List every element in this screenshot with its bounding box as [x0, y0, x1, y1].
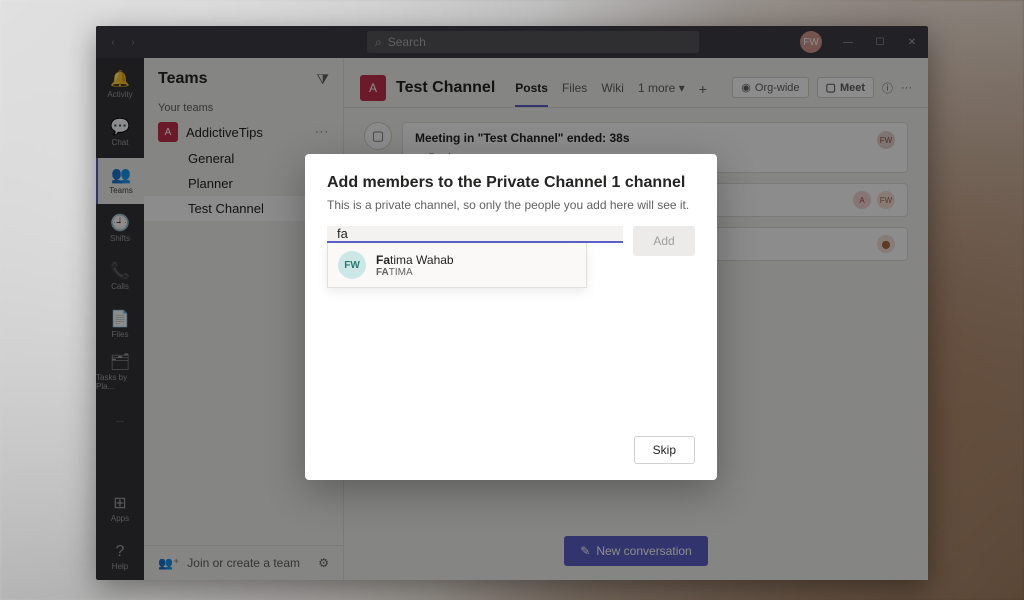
member-search-input[interactable] [327, 226, 623, 243]
modal-title: Add members to the Private Channel 1 cha… [327, 174, 695, 192]
suggestion-item[interactable]: FW Fatima Wahab FATIMA [328, 243, 586, 287]
app-window: ‹ › ⌕ Search FW — ☐ ✕ 🔔Activity 💬Chat 👥T… [96, 26, 928, 580]
suggestion-name: Fatima Wahab [376, 253, 454, 267]
suggestion-dropdown: FW Fatima Wahab FATIMA [327, 243, 587, 288]
add-button[interactable]: Add [633, 226, 695, 256]
suggestion-avatar: FW [338, 251, 366, 279]
modal-subtitle: This is a private channel, so only the p… [327, 198, 695, 212]
add-members-modal: Add members to the Private Channel 1 cha… [305, 154, 717, 480]
skip-button[interactable]: Skip [634, 436, 695, 464]
suggestion-sub: FATIMA [376, 267, 454, 278]
